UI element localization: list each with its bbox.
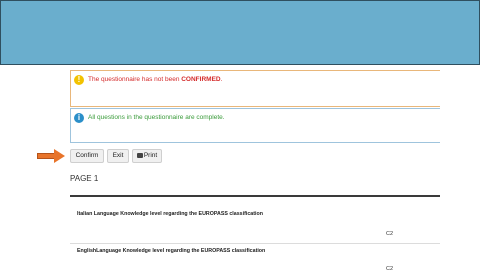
printer-icon (136, 153, 143, 158)
warning-suffix: . (220, 76, 223, 83)
warning-text: The questionnaire has not been (88, 76, 182, 83)
pointer-arrow-body (37, 153, 55, 159)
exit-button[interactable]: Exit (107, 149, 129, 163)
print-label: Print (143, 152, 158, 159)
info-alert: i All questions in the questionnaire are… (70, 108, 440, 143)
question-separator (70, 243, 440, 244)
page-title: PAGE 1 (70, 174, 99, 183)
question-label-english: EnglishLanguage Knowledge level regardin… (77, 248, 266, 254)
answer-value-english: C2 (386, 266, 394, 272)
warning-alert: ! The questionnaire has not been CONFIRM… (70, 70, 440, 107)
question-label-italian: Italian Language Knowledge level regardi… (77, 211, 263, 217)
section-divider (70, 195, 440, 197)
info-icon: i (74, 113, 84, 123)
print-button[interactable]: Print (132, 149, 162, 163)
answer-value-italian: C2 (386, 231, 394, 237)
info-message: All questions in the questionnaire are c… (88, 114, 225, 121)
warning-message: The questionnaire has not been CONFIRMED… (88, 76, 222, 83)
pointer-arrow-icon (54, 149, 65, 163)
confirm-button[interactable]: Confirm (70, 149, 104, 163)
warning-emphasis: CONFIRMED (181, 76, 221, 83)
exclamation-icon: ! (74, 75, 84, 85)
header-banner (0, 0, 480, 65)
